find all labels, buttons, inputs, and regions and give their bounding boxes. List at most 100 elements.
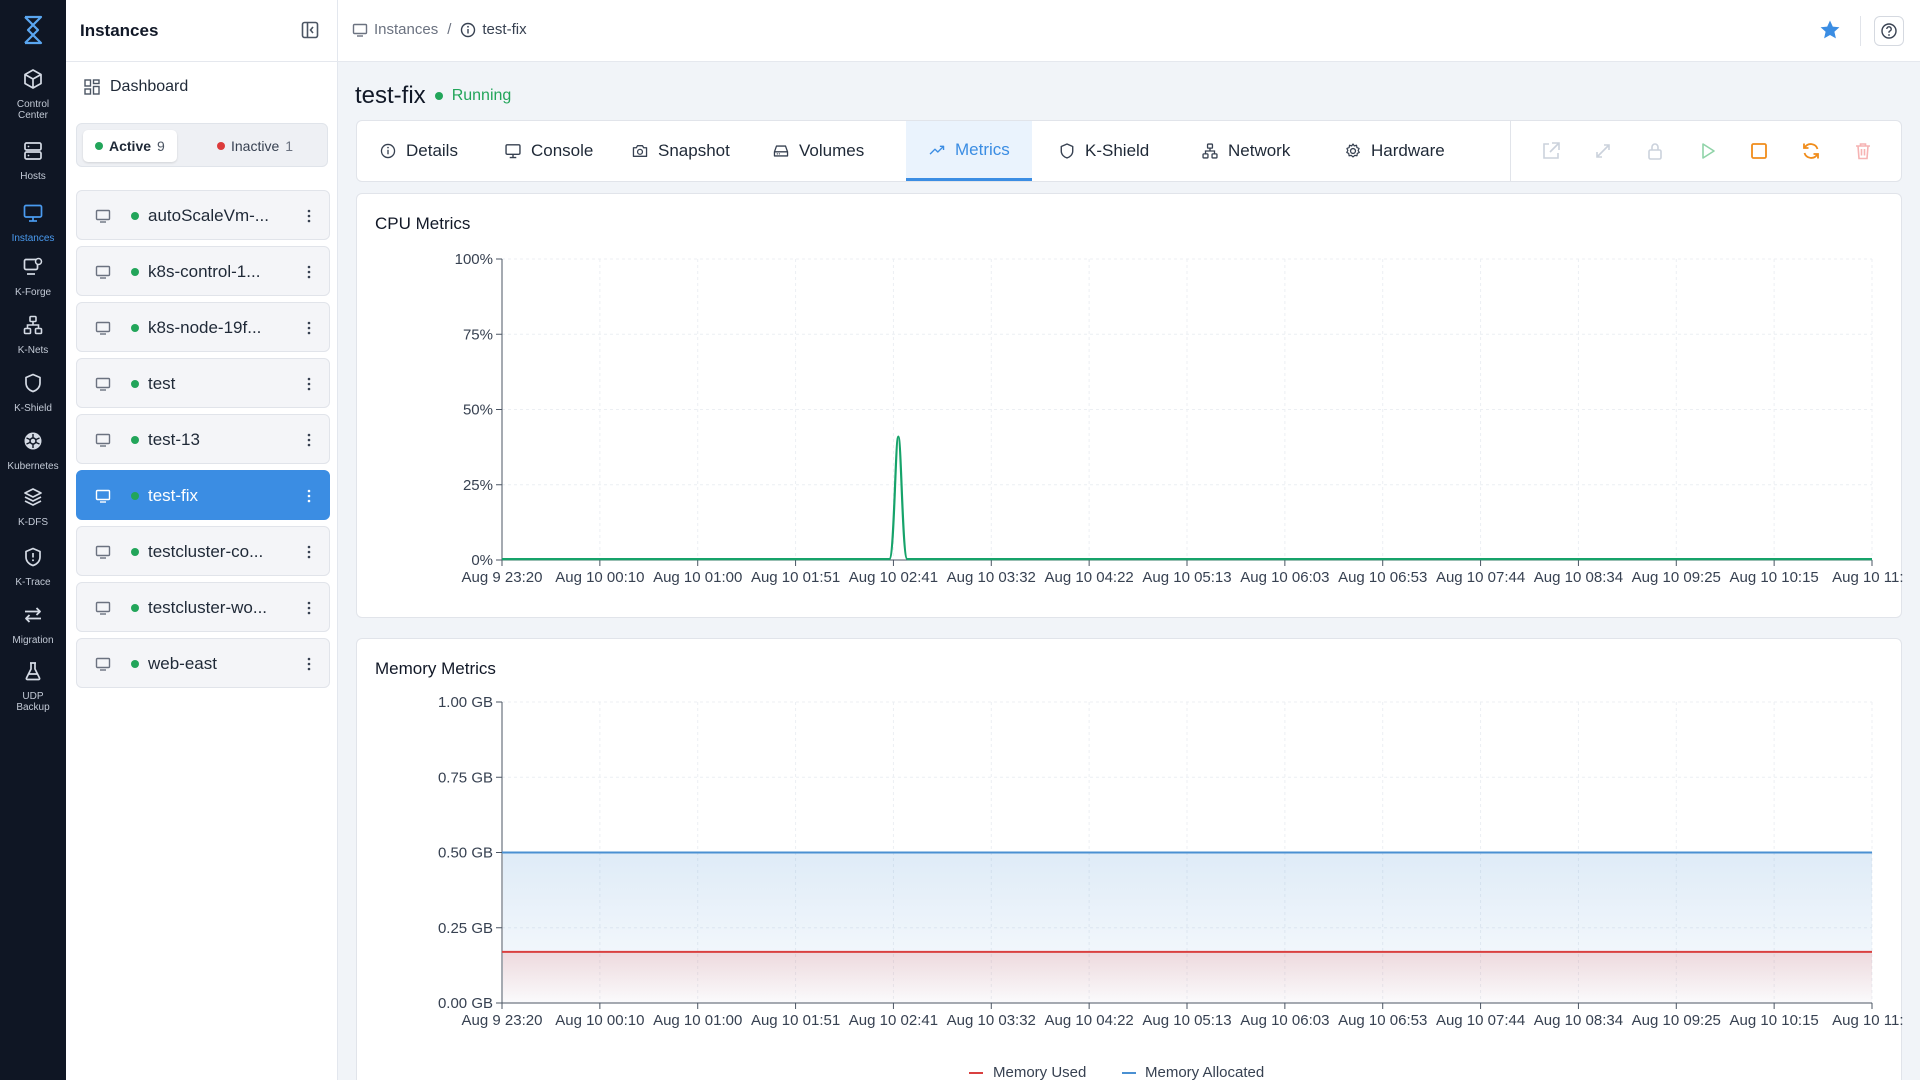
- monitor-icon: [504, 142, 522, 160]
- cpu-y-tick-label: 25%: [463, 477, 493, 494]
- running-dot-icon: [131, 604, 139, 612]
- collapse-sidebar-icon[interactable]: [300, 20, 320, 40]
- delete-icon[interactable]: [1852, 140, 1874, 162]
- memory-x-tick-label: Aug 10 06:03: [1240, 1012, 1329, 1029]
- instance-name: web-east: [148, 654, 217, 673]
- cpu-x-tick-label: Aug 10 10:15: [1730, 569, 1819, 586]
- panel-title: Instances: [80, 20, 159, 40]
- app-logo-icon[interactable]: [0, 14, 66, 48]
- rail-item-udp-backup[interactable]: UDP Backup: [0, 660, 66, 713]
- rail-item-kubernetes[interactable]: Kubernetes: [0, 430, 66, 472]
- camera-icon: [631, 142, 649, 160]
- rail-item-k-forge[interactable]: K-Forge: [0, 256, 66, 298]
- tab-details[interactable]: Details: [357, 121, 480, 181]
- grid-icon: [84, 79, 100, 95]
- memory-x-tick-label: Aug 10 01:00: [653, 1012, 742, 1029]
- instance-name: test-fix: [148, 486, 199, 505]
- cpu-x-tick-label: Aug 10 01:51: [751, 569, 840, 586]
- more-options-icon[interactable]: [307, 656, 311, 672]
- breadcrumb: Instances / test-fix: [352, 21, 527, 38]
- rail-item-label: UDP Backup: [16, 691, 50, 713]
- tab-network[interactable]: Network: [1179, 121, 1312, 181]
- rail-item-instances[interactable]: Instances: [0, 202, 66, 244]
- tab-hardware[interactable]: Hardware: [1322, 121, 1467, 181]
- filter-inactive-button[interactable]: Inactive 1: [205, 130, 305, 162]
- running-dot-icon: [131, 268, 139, 276]
- legend-memory-allocated-label: Memory Allocated: [1145, 1064, 1264, 1080]
- cpu-x-tick-label: Aug 10 08:34: [1534, 569, 1623, 586]
- rail-item-label: Migration: [12, 635, 54, 646]
- rail-item-k-shield[interactable]: K-Shield: [0, 372, 66, 414]
- rail-item-k-nets[interactable]: K-Nets: [0, 314, 66, 356]
- stop-icon[interactable]: [1748, 140, 1770, 162]
- open-external-icon[interactable]: [1540, 140, 1562, 162]
- rail-item-k-trace[interactable]: K-Trace: [0, 546, 66, 588]
- more-options-icon[interactable]: [307, 488, 311, 504]
- rail-item-control-center[interactable]: Control Center: [0, 68, 66, 121]
- instance-item[interactable]: testcluster-co...: [76, 526, 330, 576]
- rail-item-migration[interactable]: Migration: [0, 604, 66, 646]
- instance-item[interactable]: test-13: [76, 414, 330, 464]
- more-options-icon[interactable]: [307, 264, 311, 280]
- memory-x-tick-label: Aug 10 07:44: [1436, 1012, 1525, 1029]
- memory-used-area: [503, 951, 1872, 1003]
- cpu-y-tick-label: 0%: [471, 552, 493, 569]
- tab-label: Metrics: [955, 139, 1010, 159]
- shield-icon: [22, 372, 44, 399]
- instance-item[interactable]: test: [76, 358, 330, 408]
- more-options-icon[interactable]: [307, 432, 311, 448]
- page-title: test-fix: [355, 82, 426, 109]
- cpu-series-line: [502, 435, 1872, 561]
- instance-name: k8s-control-1...: [148, 262, 261, 281]
- tab-label: Console: [531, 141, 594, 160]
- tab-k-shield[interactable]: K-Shield: [1036, 121, 1171, 181]
- memory-x-tick-label: Aug 10 00:10: [555, 1012, 644, 1029]
- drive-icon: [772, 142, 790, 160]
- monitor-icon: [95, 265, 111, 279]
- tab-snapshot[interactable]: Snapshot: [609, 121, 752, 181]
- memory-metrics-card: Memory Metrics 0.00 GB 0.25 GB 0.50 GB 0.75…: [356, 638, 1903, 1080]
- more-options-icon[interactable]: [307, 208, 311, 224]
- instance-item[interactable]: autoScaleVm-...: [76, 190, 330, 240]
- more-options-icon[interactable]: [307, 320, 311, 336]
- instance-name: testcluster-co...: [148, 542, 264, 561]
- instance-item[interactable]: k8s-node-19f...: [76, 302, 330, 352]
- more-options-icon[interactable]: [307, 600, 311, 616]
- more-options-icon[interactable]: [307, 544, 311, 560]
- more-options-icon[interactable]: [307, 376, 311, 392]
- favorite-star-icon[interactable]: [1818, 18, 1842, 42]
- filter-inactive-count: 1: [285, 138, 294, 154]
- cpu-x-tick-label: Aug 10 03:32: [947, 569, 1036, 586]
- rail-item-label: K-Nets: [17, 345, 49, 356]
- memory-x-tick-label: Aug 10 09:25: [1632, 1012, 1721, 1029]
- filter-active-button[interactable]: Active 9: [83, 130, 177, 162]
- instance-item[interactable]: testcluster-wo...: [76, 582, 330, 632]
- rail-item-label: K-Trace: [15, 577, 51, 588]
- rail-item-hosts[interactable]: Hosts: [0, 140, 66, 182]
- instance-item[interactable]: k8s-control-1...: [76, 246, 330, 296]
- monitor-icon: [95, 601, 111, 615]
- breadcrumb-current: test-fix: [482, 21, 527, 38]
- breadcrumb-instances-link[interactable]: Instances: [374, 21, 438, 38]
- start-icon[interactable]: [1696, 140, 1718, 162]
- tab-console[interactable]: Console: [482, 121, 615, 181]
- help-button[interactable]: [1874, 16, 1904, 46]
- dashboard-link[interactable]: Dashboard: [84, 78, 188, 96]
- top-header: Instances / test-fix: [338, 0, 1920, 62]
- shield-icon: [1058, 142, 1076, 160]
- filter-inactive-label: Inactive: [231, 138, 280, 154]
- instance-name: k8s-node-19f...: [148, 318, 262, 337]
- memory-chart: 0.00 GB 0.25 GB 0.50 GB 0.75 GB 1.00 GB Aug 9…: [438, 694, 1903, 1080]
- tab-volumes[interactable]: Volumes: [750, 121, 886, 181]
- instance-item[interactable]: test-fix: [76, 470, 330, 520]
- cpu-y-tick-label: 75%: [463, 326, 493, 343]
- restart-icon[interactable]: [1800, 140, 1822, 162]
- resize-icon[interactable]: [1592, 140, 1614, 162]
- cpu-x-tick-label: Aug 10 07:44: [1436, 569, 1525, 586]
- rail-item-k-dfs[interactable]: K-DFS: [0, 486, 66, 528]
- tab-metrics[interactable]: Metrics: [906, 121, 1032, 181]
- instance-item[interactable]: web-east: [76, 638, 330, 688]
- memory-x-tick-label: Aug 10 10:15: [1730, 1012, 1819, 1029]
- lock-icon[interactable]: [1644, 140, 1666, 162]
- info-icon: [379, 142, 397, 160]
